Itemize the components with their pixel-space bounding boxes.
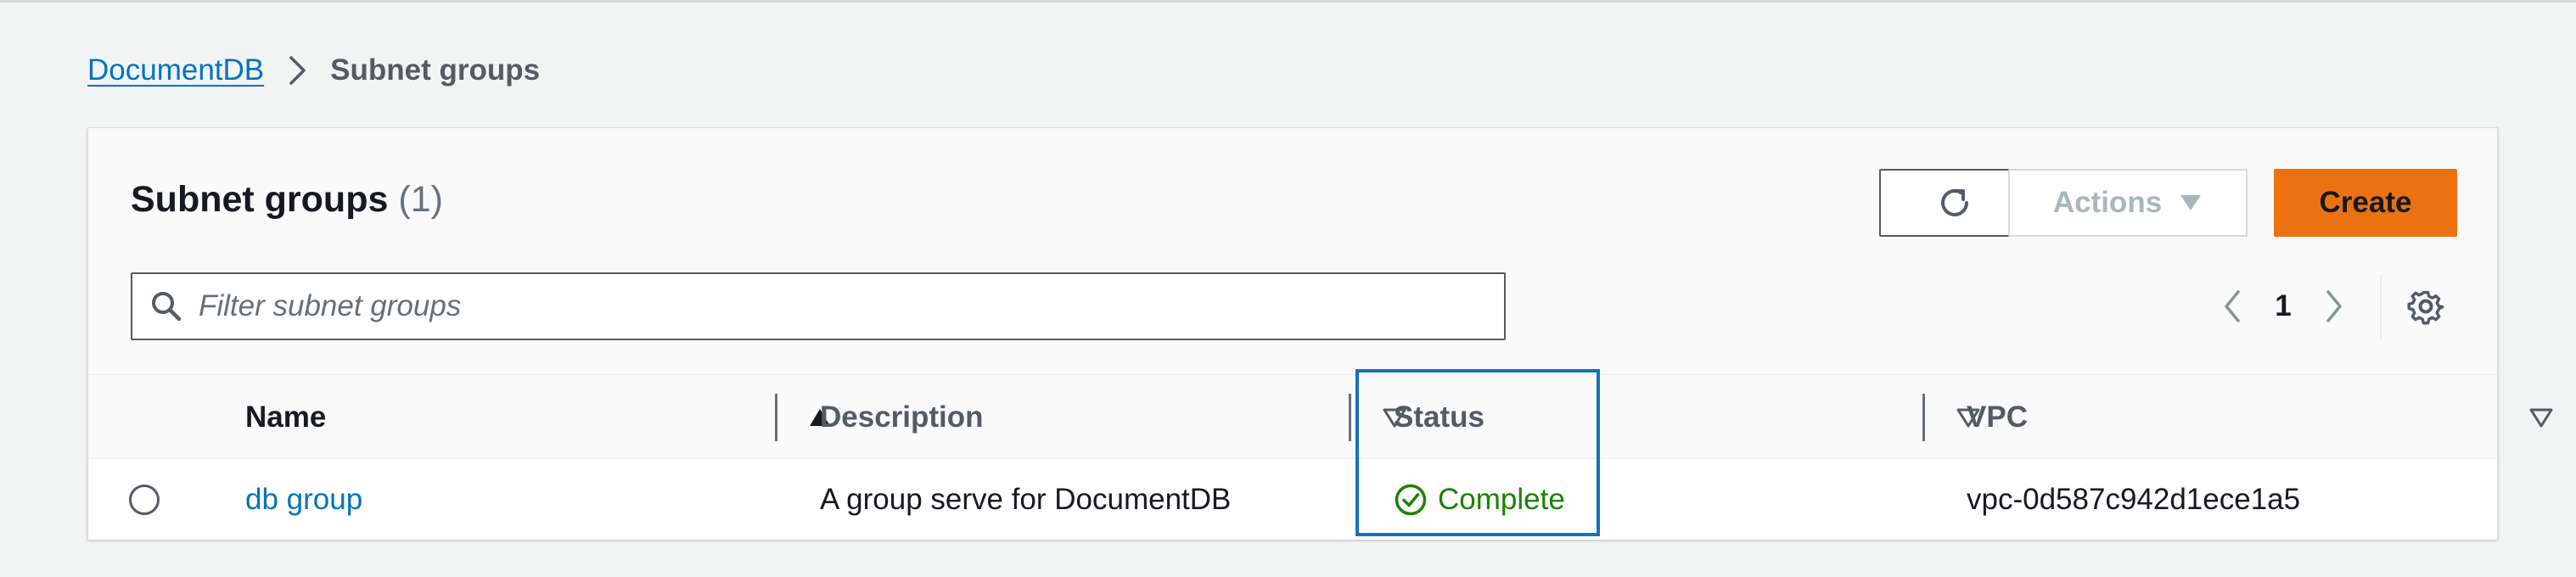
- column-divider[interactable]: [1922, 394, 1925, 441]
- search-icon: [149, 289, 183, 323]
- breadcrumb-documentdb-link[interactable]: DocumentDB: [87, 53, 264, 87]
- column-header-name[interactable]: Name: [245, 375, 830, 460]
- top-border: [0, 0, 2576, 3]
- chevron-left-icon[interactable]: [2207, 281, 2258, 332]
- panel-count: (1): [398, 179, 443, 220]
- cell-description: A group serve for DocumentDB: [820, 482, 1232, 516]
- search-input[interactable]: [199, 281, 1472, 332]
- column-label-vpc: VPC: [1967, 401, 2028, 434]
- table-header: Name Description Status VPC: [88, 374, 2553, 460]
- create-button[interactable]: Create: [2274, 169, 2457, 237]
- refresh-icon: [1936, 184, 1973, 221]
- subnet-group-name-link[interactable]: db group: [245, 483, 362, 517]
- column-divider[interactable]: [775, 394, 777, 441]
- column-label-description: Description: [820, 401, 984, 434]
- actions-dropdown-button[interactable]: Actions: [2008, 169, 2248, 237]
- breadcrumb-current: Subnet groups: [330, 53, 541, 87]
- column-divider[interactable]: [1349, 394, 1351, 441]
- column-header-status[interactable]: Status: [1394, 375, 1980, 460]
- row-select-radio[interactable]: [129, 485, 160, 515]
- chevron-right-icon[interactable]: [2309, 281, 2360, 332]
- status-text: Complete: [1438, 482, 1565, 516]
- search-field[interactable]: [131, 272, 1506, 340]
- table-row[interactable]: db group A group serve for DocumentDB Co…: [88, 459, 2497, 540]
- pagination-divider: [2380, 274, 2382, 339]
- actions-label: Actions: [2052, 186, 2163, 219]
- chevron-right-icon: [274, 51, 322, 90]
- cell-status: Complete: [1394, 459, 1565, 540]
- status-badge: Complete: [1394, 483, 1565, 517]
- breadcrumb: DocumentDB Subnet groups: [87, 51, 540, 90]
- column-label-name: Name: [245, 401, 327, 434]
- column-label-status: Status: [1394, 401, 1484, 434]
- check-circle-icon: [1394, 483, 1428, 517]
- gear-icon[interactable]: [2402, 283, 2450, 330]
- cell-name: db group: [245, 459, 362, 540]
- column-header-vpc[interactable]: VPC: [1967, 375, 2553, 460]
- cell-vpc: vpc-0d587c942d1ece1a5: [1967, 482, 2301, 516]
- pagination: 1: [2207, 281, 2360, 332]
- subnet-groups-panel: Subnet groups (1) Actions Create 1: [87, 127, 2553, 540]
- page-title: Subnet groups (1): [131, 179, 443, 221]
- page-number-current[interactable]: 1: [2258, 289, 2309, 323]
- panel-title-text: Subnet groups: [131, 179, 389, 220]
- column-header-description[interactable]: Description: [820, 375, 1406, 460]
- sort-caret-down-icon[interactable]: [2527, 403, 2556, 432]
- caret-down-icon: [2179, 193, 2203, 212]
